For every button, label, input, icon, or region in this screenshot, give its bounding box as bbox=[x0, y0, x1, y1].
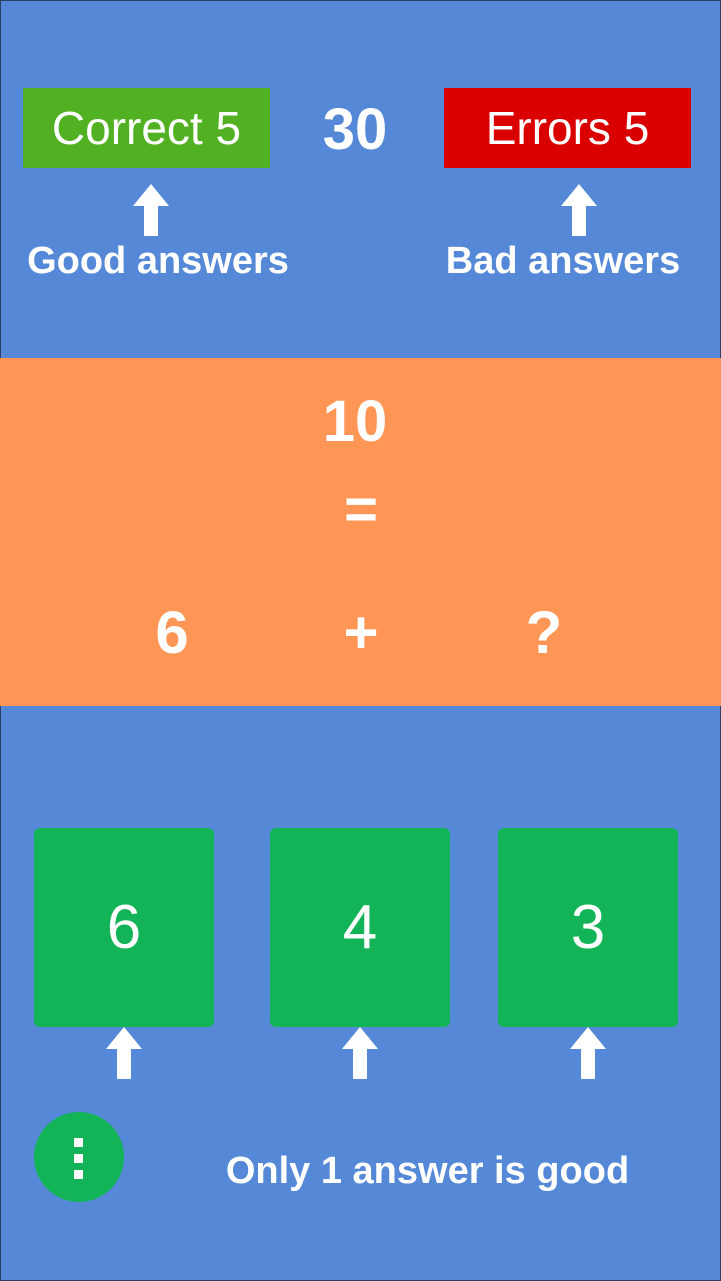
errors-count-badge: Errors 5 bbox=[444, 88, 691, 168]
countdown-timer: 30 bbox=[322, 97, 388, 162]
equation-operator: + bbox=[343, 599, 379, 666]
answer-option-button[interactable]: 3 bbox=[498, 828, 678, 1027]
answer-option-label: 6 bbox=[106, 893, 142, 962]
equation-left-operand: 6 bbox=[155, 599, 189, 666]
correct-count-label: Correct 5 bbox=[51, 102, 242, 154]
equation-result: 10 bbox=[322, 389, 388, 454]
good-answers-hint: Good answers bbox=[27, 240, 289, 282]
arrow-up-icon bbox=[570, 1027, 606, 1079]
arrow-up-icon bbox=[561, 184, 597, 236]
correct-count-badge: Correct 5 bbox=[23, 88, 270, 168]
answer-option-button[interactable]: 6 bbox=[34, 828, 214, 1027]
arrow-up-icon bbox=[342, 1027, 378, 1079]
arrow-up-icon bbox=[133, 184, 169, 236]
equation-unknown: ? bbox=[525, 599, 563, 666]
answer-option-label: 4 bbox=[342, 893, 378, 962]
bad-answers-hint: Bad answers bbox=[445, 240, 681, 282]
equation-equals: = bbox=[344, 477, 378, 542]
errors-count-label: Errors 5 bbox=[485, 102, 650, 154]
footer-hint: Only 1 answer is good bbox=[225, 1150, 630, 1192]
arrow-up-icon bbox=[106, 1027, 142, 1079]
answer-option-button[interactable]: 4 bbox=[270, 828, 450, 1027]
menu-button[interactable] bbox=[34, 1112, 124, 1202]
equation-panel: 10 = 6 + ? bbox=[0, 358, 721, 706]
answer-option-label: 3 bbox=[570, 893, 606, 962]
